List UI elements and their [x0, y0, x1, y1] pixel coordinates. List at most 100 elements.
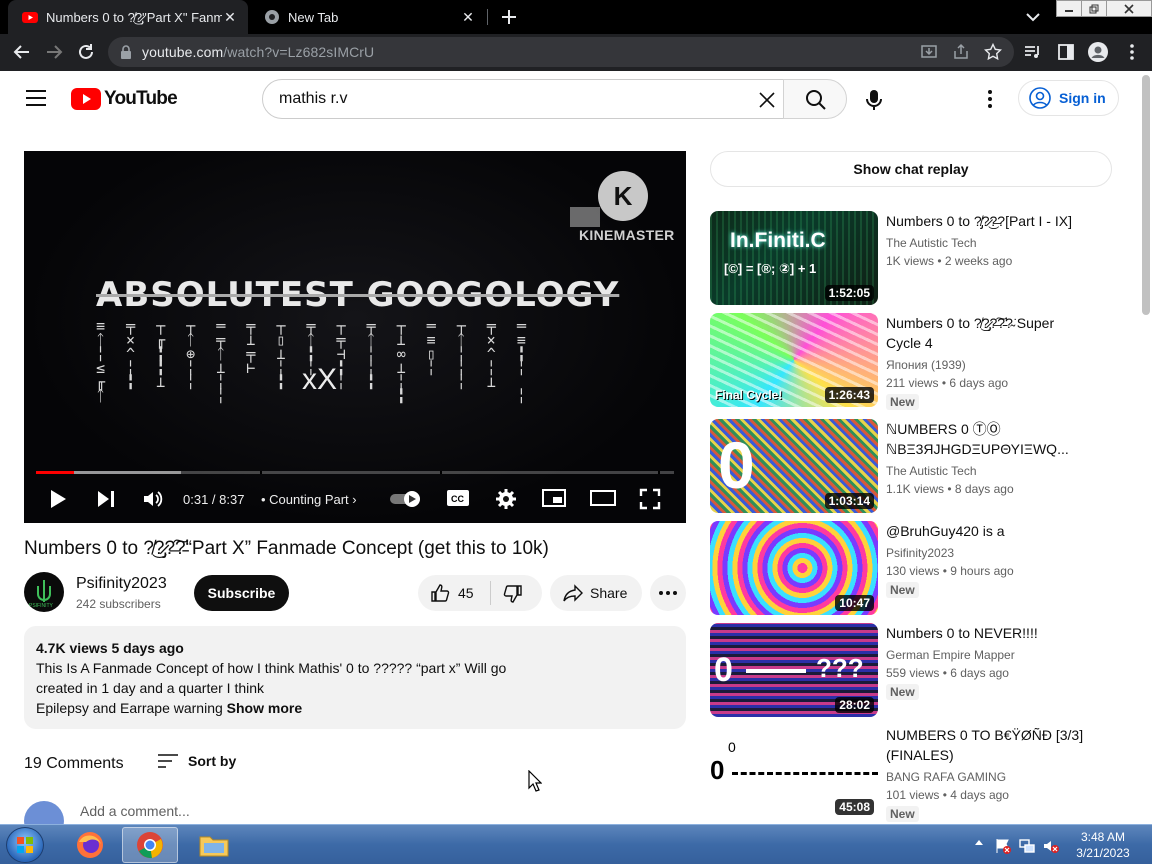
network-icon[interactable]	[1018, 837, 1036, 855]
reload-icon[interactable]	[76, 42, 96, 62]
share-page-icon[interactable]	[952, 43, 970, 61]
video-thumbnail[interactable]: 0 0 45:08	[710, 725, 878, 819]
settings-gear-icon[interactable]	[495, 488, 517, 510]
share-button[interactable]: Share	[550, 575, 642, 611]
add-comment-input[interactable]: Add a comment...	[80, 803, 190, 819]
next-video-icon[interactable]	[96, 488, 116, 510]
view-count: 1K views	[886, 254, 935, 268]
video-player[interactable]: K KINEMASTER ABSOLUTEST GOOGOLOGY ≡ ╤ ┬ …	[24, 151, 686, 523]
back-arrow-icon[interactable]	[12, 42, 32, 62]
channel-name[interactable]: Psifinity2023	[886, 546, 954, 560]
system-clock[interactable]: 3:48 AM 3/21/2023	[1066, 829, 1140, 861]
restore-button[interactable]	[1081, 0, 1107, 17]
chapter-title[interactable]: • Counting Part ›	[261, 492, 357, 507]
video-thumbnail[interactable]: In.Finiti.C [©] = [®; ②] + 1 1:52:05	[710, 211, 878, 305]
like-count[interactable]: 45	[458, 585, 474, 601]
more-actions-button[interactable]	[650, 575, 686, 611]
lock-icon[interactable]	[120, 45, 132, 59]
video-title[interactable]: Numbers 0 to ?̸͜?̷̡?̶͠?̵̛?̴͘ Super Cycle…	[886, 313, 1086, 353]
side-panel-icon[interactable]	[1056, 42, 1076, 62]
sign-in-button[interactable]: Sign in	[1018, 80, 1119, 116]
video-title[interactable]: @BruhGuy420 is a	[886, 521, 1086, 541]
sort-by-button[interactable]: Sort by	[158, 753, 236, 769]
page-scrollbar[interactable]	[1140, 71, 1152, 824]
description-box[interactable]: 4.7K views 5 days ago This Is A Fanmade …	[24, 626, 686, 729]
start-button[interactable]	[6, 827, 44, 863]
microphone-icon[interactable]	[864, 89, 884, 111]
youtube-logo[interactable]: YouTube	[71, 88, 178, 110]
autoplay-toggle[interactable]	[390, 490, 426, 508]
scrollbar-thumb[interactable]	[1142, 75, 1150, 315]
progress-bar[interactable]	[36, 471, 674, 474]
search-button[interactable]	[783, 79, 847, 119]
action-center-flag-icon[interactable]	[994, 837, 1012, 855]
tab-search-chevron-icon[interactable]	[1024, 9, 1042, 25]
show-hidden-icons-icon[interactable]	[974, 837, 984, 849]
view-meta: 1.1K views • 8 days ago	[886, 482, 1014, 496]
taskbar-firefox[interactable]	[62, 827, 118, 863]
video-title[interactable]: Numbers 0 to NEVER!!!!	[886, 623, 1086, 643]
miniplayer-icon[interactable]	[542, 488, 566, 508]
media-control-icon[interactable]	[1022, 42, 1042, 62]
chevron-right-icon: ›	[352, 492, 357, 507]
taskbar-file-explorer[interactable]	[186, 827, 242, 863]
volume-icon[interactable]	[142, 488, 164, 510]
channel-name[interactable]: German Empire Mapper	[886, 648, 1015, 662]
recommended-video[interactable]: 0 0 45:08 NUMBERS 0 TO B€ŸØÑÐ [3/3] (FIN…	[710, 725, 1112, 822]
recommended-video[interactable]: In.Finiti.C [©] = [®; ②] + 1 1:52:05 Num…	[710, 211, 1112, 305]
recommended-video[interactable]: 0 1:03:14 ℕUMBERS 0 ⓉⓄ ℕΒΞ3ЯJHGDΞUPΘΥΙΞW…	[710, 419, 1112, 513]
watermark-glitch	[570, 207, 600, 227]
search-input[interactable]: mathis r.v	[262, 79, 784, 119]
recommended-video[interactable]: Final Cycle! 1:26:43 Numbers 0 to ?̸͜?̷̡…	[710, 313, 1112, 410]
profile-avatar-icon[interactable]	[1088, 42, 1108, 62]
show-chat-replay-button[interactable]: Show chat replay	[710, 151, 1112, 187]
video-duration: 1:26:43	[824, 387, 874, 403]
bookmark-star-icon[interactable]	[984, 43, 1002, 61]
close-tab-icon[interactable]: ✕	[460, 9, 476, 25]
chrome-menu-icon[interactable]	[1122, 42, 1142, 62]
clear-search-icon[interactable]	[757, 90, 777, 110]
clock-date: 3/21/2023	[1076, 846, 1130, 860]
video-thumbnail[interactable]: 0 1:03:14	[710, 419, 878, 513]
dislike-thumb-icon[interactable]	[503, 584, 523, 604]
channel-name[interactable]: The Autistic Tech	[886, 464, 977, 478]
minimize-button[interactable]	[1056, 0, 1082, 17]
thumbnail-text: 0	[710, 755, 725, 785]
channel-name[interactable]: Япония (1939)	[886, 358, 966, 372]
volume-muted-icon[interactable]	[1042, 837, 1060, 855]
recommended-video[interactable]: 0 ??? 28:02 Numbers 0 to NEVER!!!! Germa…	[710, 623, 1112, 717]
forward-arrow-icon[interactable]	[44, 42, 64, 62]
address-bar[interactable]: youtube.com/watch?v=Lz682sIMCrU	[108, 37, 1014, 67]
install-app-icon[interactable]	[920, 43, 938, 61]
more-options-icon[interactable]	[986, 89, 994, 109]
video-title[interactable]: ℕUMBERS 0 ⓉⓄ ℕΒΞ3ЯJHGDΞUPΘΥΙΞWQ...	[886, 419, 1086, 459]
folder-icon	[199, 836, 229, 857]
channel-name[interactable]: The Autistic Tech	[886, 236, 977, 250]
channel-name[interactable]: Psifinity2023	[76, 575, 167, 593]
windows-taskbar: 3:48 AM 3/21/2023	[0, 824, 1152, 864]
closed-captions-icon[interactable]: CC	[446, 488, 470, 508]
video-thumbnail[interactable]: 10:47	[710, 521, 878, 615]
video-title[interactable]: Numbers 0 to ?̸̡?̷͜?̶?[Part I - IX]	[886, 211, 1086, 231]
fullscreen-icon[interactable]	[639, 488, 661, 510]
upload-age: 6 days ago	[950, 666, 1009, 680]
tab-new-tab[interactable]: New Tab ✕	[250, 0, 486, 34]
video-title[interactable]: NUMBERS 0 TO B€ŸØÑÐ [3/3] (FINALES)	[886, 725, 1086, 765]
video-thumbnail[interactable]: 0 ??? 28:02	[710, 623, 878, 717]
theater-mode-icon[interactable]	[590, 488, 616, 508]
upload-age: 4 days ago	[950, 788, 1009, 802]
channel-name[interactable]: BANG RAFA GAMING	[886, 770, 1006, 784]
recommended-video[interactable]: 10:47 @BruhGuy420 is a Psifinity2023 130…	[710, 521, 1112, 615]
hamburger-menu-icon[interactable]	[26, 90, 46, 106]
close-window-button[interactable]	[1106, 0, 1152, 17]
like-thumb-icon[interactable]	[430, 583, 450, 603]
taskbar-chrome[interactable]	[122, 827, 178, 863]
channel-avatar[interactable]: PSIFINITY	[24, 572, 64, 612]
tab-youtube[interactable]: Numbers 0 to ?̸͜?̷̡"Part X" Fanm ✕	[8, 0, 248, 34]
play-icon[interactable]	[48, 488, 68, 510]
new-tab-plus-icon[interactable]	[498, 6, 520, 28]
subscribe-button[interactable]: Subscribe	[194, 575, 289, 611]
show-more-link[interactable]: Show more	[227, 700, 302, 716]
close-tab-icon[interactable]: ✕	[222, 9, 238, 25]
video-thumbnail[interactable]: Final Cycle! 1:26:43	[710, 313, 878, 407]
